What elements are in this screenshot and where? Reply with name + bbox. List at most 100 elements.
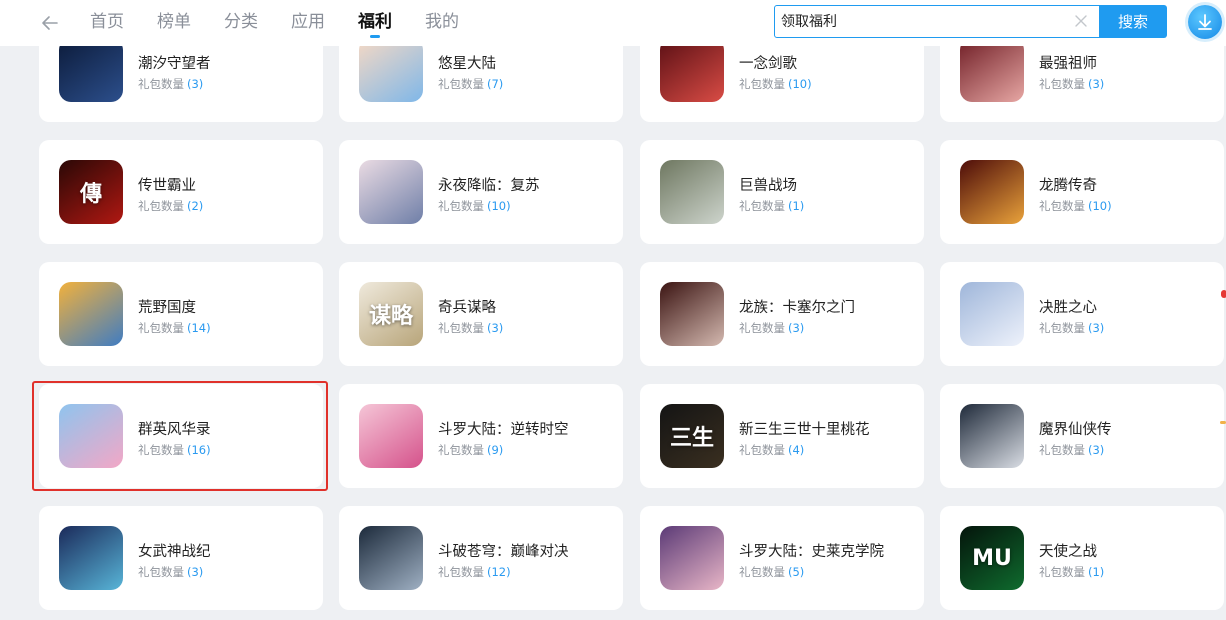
silver-hair-girl-icon[interactable] bbox=[960, 282, 1024, 346]
edge-marker bbox=[1220, 421, 1226, 424]
gift-count-info: 礼包数量 (3) bbox=[438, 320, 503, 336]
gift-count-value: (3) bbox=[1088, 443, 1105, 457]
tab-home[interactable]: 首页 bbox=[90, 0, 124, 46]
warrior-icon[interactable] bbox=[960, 404, 1024, 468]
gift-count-label: 礼包数量 bbox=[438, 565, 484, 579]
gift-count-label: 礼包数量 bbox=[138, 199, 184, 213]
game-name: 永夜降临：复苏 bbox=[438, 178, 540, 194]
game-card[interactable]: 谋略 奇兵谋略礼包数量 (3) bbox=[339, 262, 623, 366]
gift-count-info: 礼包数量 (4) bbox=[739, 442, 804, 458]
gift-count-info: 礼包数量 (3) bbox=[1039, 320, 1104, 336]
gift-count-label: 礼包数量 bbox=[739, 565, 785, 579]
game-name: 新三生三世十里桃花 bbox=[739, 422, 870, 438]
game-card[interactable]: MU 天使之战 礼包数量 (1) bbox=[940, 506, 1224, 610]
gift-count-label: 礼包数量 bbox=[739, 199, 785, 213]
anime-girl-icon[interactable] bbox=[359, 38, 423, 102]
game-card[interactable]: 魔界仙侠传 礼包数量 (3) bbox=[940, 384, 1224, 488]
icon-logo-text: 谋略 bbox=[368, 304, 413, 329]
game-card[interactable]: 龙族：卡塞尔之门 礼包数量 (3) bbox=[640, 262, 924, 366]
gift-count-info: 礼包数量 (10) bbox=[739, 76, 812, 92]
dinosaur-icon[interactable] bbox=[660, 160, 724, 224]
game-card[interactable]: 女武神战纪礼包数量 (3) bbox=[39, 506, 323, 610]
game-name: 斗罗大陆：史莱克学院 bbox=[739, 544, 884, 560]
game-name: 龙族：卡塞尔之门 bbox=[739, 300, 855, 316]
game-name: 最强祖师 bbox=[1039, 56, 1097, 72]
gift-count-label: 礼包数量 bbox=[739, 321, 785, 335]
gift-count-info: 礼包数量 (7) bbox=[438, 76, 503, 92]
red-hair-girl-icon[interactable] bbox=[960, 38, 1024, 102]
gift-count-value: (3) bbox=[187, 565, 204, 579]
search-button[interactable]: 搜索 bbox=[1099, 5, 1167, 38]
gift-count-value: (1) bbox=[788, 199, 805, 213]
gold-calligraphy-icon[interactable]: 三生 bbox=[660, 404, 724, 468]
game-card[interactable]: 永夜降临：复苏 礼包数量 (10) bbox=[339, 140, 623, 244]
gift-count-label: 礼包数量 bbox=[739, 77, 785, 91]
gift-count-value: (16) bbox=[187, 443, 211, 457]
gift-count-info: 礼包数量 (3) bbox=[739, 320, 804, 336]
gift-count-value: (12) bbox=[487, 565, 511, 579]
game-name: 女武神战纪 bbox=[138, 544, 211, 560]
pink-hair-girl-icon[interactable] bbox=[59, 404, 123, 468]
gift-count-label: 礼包数量 bbox=[138, 565, 184, 579]
tab-rankings[interactable]: 榜单 bbox=[157, 0, 191, 46]
game-card[interactable]: 斗罗大陆：逆转时空 礼包数量 (9) bbox=[339, 384, 623, 488]
gift-count-value: (14) bbox=[187, 321, 211, 335]
game-name: 决胜之心 bbox=[1039, 300, 1097, 316]
gift-count-value: (10) bbox=[487, 199, 511, 213]
gift-count-value: (3) bbox=[487, 321, 504, 335]
game-card[interactable]: 决胜之心礼包数量 (3) bbox=[940, 262, 1224, 366]
gift-count-value: (10) bbox=[788, 77, 812, 91]
game-name: 传世霸业 bbox=[138, 178, 196, 194]
game-card[interactable]: 三生 新三生三世十里桃花 礼包数量 (4) bbox=[640, 384, 924, 488]
game-card[interactable]: 龙腾传奇 礼包数量 (10) bbox=[940, 140, 1224, 244]
gift-count-value: (4) bbox=[788, 443, 805, 457]
main-nav: 首页 榜单 分类 应用 福利 我的 bbox=[90, 0, 492, 46]
gift-count-label: 礼包数量 bbox=[138, 77, 184, 91]
gift-count-label: 礼包数量 bbox=[1039, 321, 1085, 335]
gift-count-label: 礼包数量 bbox=[438, 199, 484, 213]
red-dress-girl-icon[interactable] bbox=[660, 282, 724, 346]
tab-mine[interactable]: 我的 bbox=[425, 0, 459, 46]
gift-count-label: 礼包数量 bbox=[438, 443, 484, 457]
pink-girl-icon[interactable] bbox=[359, 404, 423, 468]
purple-girl-icon[interactable] bbox=[660, 526, 724, 590]
clear-icon[interactable] bbox=[1073, 13, 1089, 29]
game-grid: 潮汐守望者 礼包数量 (3) 悠星大陆 礼包数量 (7) 一念剑歌 礼包数量 (10) 最强祖师礼… bbox=[0, 0, 1226, 620]
gift-count-info: 礼包数量 (9) bbox=[438, 442, 503, 458]
game-name: 潮汐守望者 bbox=[138, 56, 211, 72]
maid-girl-icon[interactable] bbox=[359, 160, 423, 224]
search-input[interactable] bbox=[781, 6, 1061, 36]
calligraphy-logo-icon[interactable]: 傳 bbox=[59, 160, 123, 224]
mu-logo-icon[interactable]: MU bbox=[960, 526, 1024, 590]
icon-logo-text: MU bbox=[972, 545, 1012, 571]
gift-count-info: 礼包数量 (1) bbox=[739, 198, 804, 214]
lady-portrait-icon[interactable] bbox=[660, 38, 724, 102]
dragon-icon[interactable] bbox=[960, 160, 1024, 224]
gift-count-value: (3) bbox=[1088, 321, 1105, 335]
game-name: 群英风华录 bbox=[138, 422, 211, 438]
tab-welfare[interactable]: 福利 bbox=[358, 0, 392, 46]
gift-count-info: 礼包数量 (2) bbox=[138, 198, 203, 214]
ringed-planet-icon[interactable] bbox=[59, 38, 123, 102]
game-card[interactable]: 斗罗大陆：史莱克学院 礼包数量 (5) bbox=[640, 506, 924, 610]
gift-count-value: (9) bbox=[487, 443, 504, 457]
back-arrow-icon[interactable] bbox=[38, 11, 62, 35]
game-card[interactable]: 斗破苍穹：巅峰对决 礼包数量 (12) bbox=[339, 506, 623, 610]
tab-categories[interactable]: 分类 bbox=[224, 0, 258, 46]
cat-hero-icon[interactable] bbox=[59, 282, 123, 346]
game-card[interactable]: 群英风华录 礼包数量 (16) bbox=[39, 384, 323, 488]
game-name: 奇兵谋略 bbox=[438, 300, 496, 316]
strategy-logo-icon[interactable]: 谋略 bbox=[359, 282, 423, 346]
game-name: 悠星大陆 bbox=[438, 56, 496, 72]
download-icon[interactable] bbox=[1188, 5, 1222, 39]
gift-count-info: 礼包数量 (10) bbox=[438, 198, 511, 214]
game-card[interactable]: 傳 传世霸业礼包数量 (2) bbox=[39, 140, 323, 244]
game-name: 龙腾传奇 bbox=[1039, 178, 1097, 194]
game-card[interactable]: 荒野国度 礼包数量 (14) bbox=[39, 262, 323, 366]
swordsman-icon[interactable] bbox=[359, 526, 423, 590]
gift-count-info: 礼包数量 (5) bbox=[739, 564, 804, 580]
tab-apps[interactable]: 应用 bbox=[291, 0, 325, 46]
game-name: 斗罗大陆：逆转时空 bbox=[438, 422, 569, 438]
game-card[interactable]: 巨兽战场 礼包数量 (1) bbox=[640, 140, 924, 244]
valkyrie-icon[interactable] bbox=[59, 526, 123, 590]
